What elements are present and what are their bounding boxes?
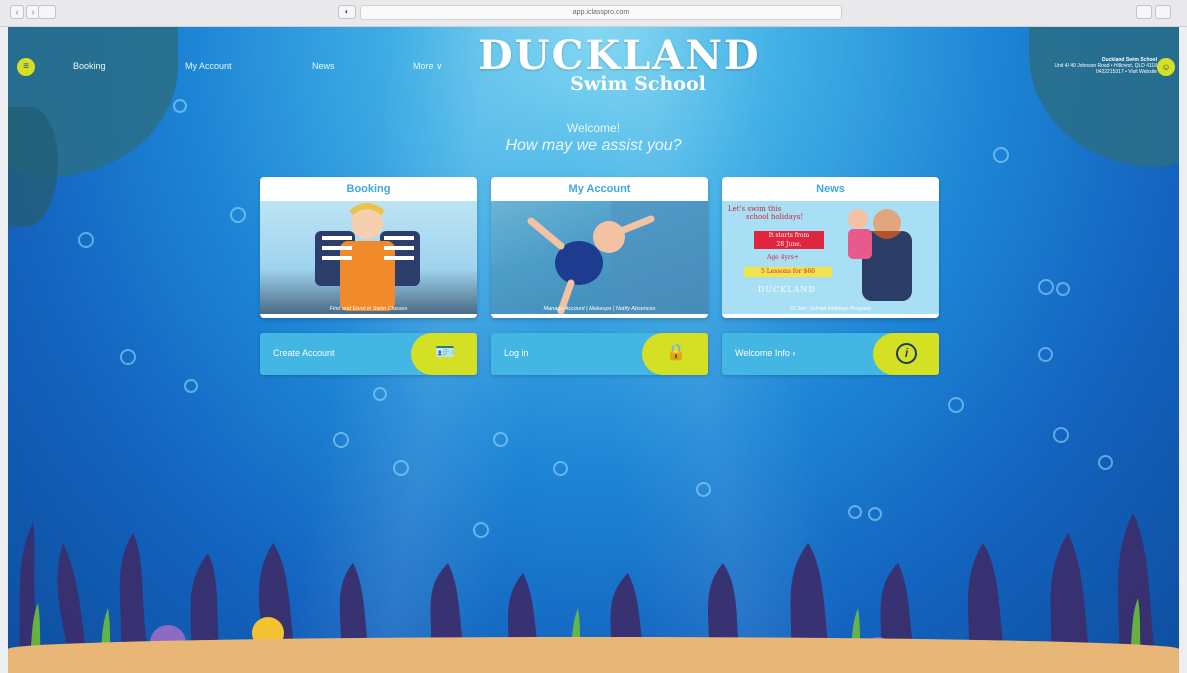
- booking-card-image: [260, 201, 477, 314]
- seabed-illustration: [18, 513, 1158, 673]
- bubble: [1056, 282, 1070, 296]
- create-account-icon-area: 🪪: [411, 333, 477, 375]
- news-card[interactable]: News Let's swim this school holidays! It…: [722, 177, 939, 318]
- my-account-card[interactable]: My Account Manage Account | Makeups | No…: [491, 177, 708, 318]
- school-info: Duckland Swim School Unit 4/ 40 Johnson …: [1054, 57, 1157, 75]
- welcome-heading: Welcome!: [566, 121, 621, 135]
- news-card-image: Let's swim this school holidays! It star…: [722, 201, 939, 314]
- privacy-icon[interactable]: ◐: [338, 5, 356, 19]
- sand: [8, 637, 1179, 673]
- nav-my-account[interactable]: My Account: [185, 61, 232, 71]
- welcome-info-icon-area: i: [873, 333, 939, 375]
- create-account-button[interactable]: Create Account 🪪: [260, 333, 477, 375]
- browser-right-buttons: [1136, 5, 1171, 19]
- bubble: [948, 397, 964, 413]
- welcome-info-button[interactable]: Welcome Info › i: [722, 333, 939, 375]
- bubble: [1038, 279, 1054, 295]
- log-in-icon-area: 🔒: [642, 333, 708, 375]
- browser-nav-buttons: ‹ ›: [10, 5, 40, 19]
- baby-swimming-image: [527, 201, 708, 315]
- booking-card[interactable]: Booking Find and Enrol in Swim Classes: [260, 177, 477, 318]
- bubble: [78, 232, 94, 248]
- child-in-swim-vest-image: [315, 203, 420, 311]
- menu-icon[interactable]: ≡: [17, 58, 35, 76]
- nav-more[interactable]: More ∨: [413, 61, 443, 72]
- school-contact[interactable]: 0422215317 • Visit Website: [1054, 69, 1157, 75]
- my-account-card-title: My Account: [568, 183, 631, 195]
- welcome-info-label: Welcome Info ›: [735, 348, 796, 358]
- bubble: [173, 99, 187, 113]
- my-account-card-caption: Manage Account | Makeups | Notify Absenc…: [543, 306, 656, 312]
- my-account-card-image: [491, 201, 708, 315]
- log-in-button[interactable]: Log in 🔒: [491, 333, 708, 375]
- address-bar[interactable]: app.iclasspro.com: [360, 5, 842, 20]
- welcome-subheading: How may we assist you?: [505, 137, 682, 154]
- sidebar-toggle-icon[interactable]: [38, 5, 56, 19]
- url-text: app.iclasspro.com: [572, 9, 630, 16]
- bubble: [373, 387, 387, 401]
- info-icon: i: [896, 343, 917, 364]
- bubble: [1038, 347, 1053, 362]
- news-card-title: News: [816, 183, 845, 195]
- booking-card-title: Booking: [346, 183, 391, 195]
- browser-toolbar: ‹ › ◐ app.iclasspro.com: [0, 0, 1187, 27]
- parent-and-child-image: [848, 209, 912, 301]
- create-account-label: Create Account: [273, 348, 335, 358]
- page: ≡ Booking My Account News More ∨ DUCKLAN…: [8, 27, 1179, 673]
- lock-icon: 🔒: [666, 344, 686, 361]
- id-card-icon: 🪪: [435, 344, 455, 361]
- tabs-icon[interactable]: [1155, 5, 1171, 19]
- bubble: [184, 379, 198, 393]
- bubble: [230, 207, 246, 223]
- nav-booking[interactable]: Booking: [73, 61, 106, 71]
- news-card-caption: 22 Jun: School Holidays Program: [789, 306, 872, 312]
- nav-news[interactable]: News: [312, 61, 335, 71]
- log-in-label: Log in: [504, 348, 529, 358]
- logo[interactable]: DUCKLAND Swim School: [478, 32, 761, 96]
- back-icon[interactable]: ‹: [10, 5, 24, 19]
- bubble: [120, 349, 136, 365]
- booking-card-caption: Find and Enrol in Swim Classes: [329, 306, 408, 312]
- share-icon[interactable]: [1136, 5, 1152, 19]
- logo-line1: DUCKLAND: [478, 32, 761, 79]
- user-icon[interactable]: ☺: [1157, 58, 1175, 76]
